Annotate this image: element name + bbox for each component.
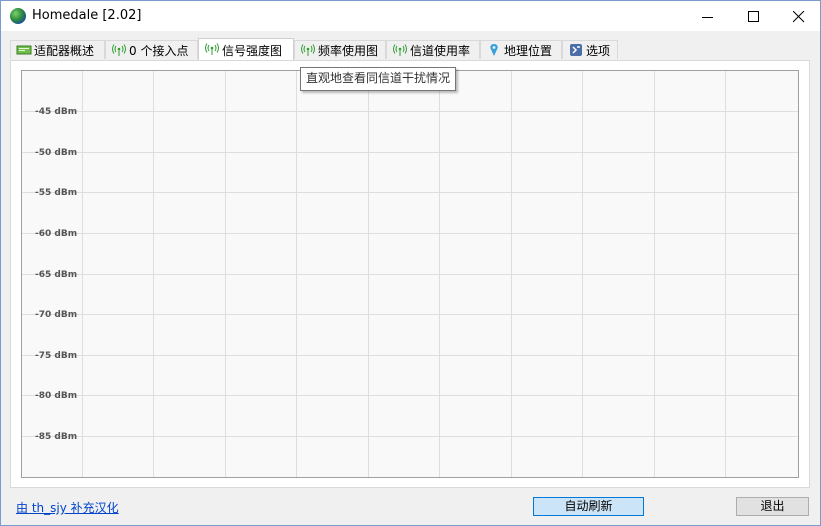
y-tick-label: -45 dBm	[35, 106, 78, 117]
y-tick-label: -55 dBm	[35, 187, 78, 198]
tab-options[interactable]: 选项	[562, 40, 618, 59]
y-tick-label: -50 dBm	[35, 147, 78, 158]
tab-label: 0 个接入点	[129, 44, 189, 58]
tab-strip: 适配器概述 0 个接入点 信号强度图 频率使用图 信道使用率 地理位置 选项	[10, 38, 810, 61]
maximize-button[interactable]	[730, 1, 776, 31]
y-tick-label: -60 dBm	[35, 228, 78, 239]
wifi-signal-icon	[112, 44, 126, 56]
tab-adapter-overview[interactable]: 适配器概述	[10, 40, 105, 59]
tab-frequency-usage[interactable]: 频率使用图	[294, 40, 386, 59]
tab-signal-strength[interactable]: 信号强度图	[198, 38, 294, 60]
auto-refresh-button[interactable]: 自动刷新	[533, 497, 644, 516]
minimize-button[interactable]	[684, 1, 730, 31]
minimize-icon	[702, 17, 713, 18]
tab-label: 适配器概述	[34, 44, 95, 58]
tab-channel-usage[interactable]: 信道使用率	[386, 40, 480, 59]
chart-plot-area	[22, 71, 798, 477]
signal-strength-chart: -45 dBm -50 dBm -55 dBm -60 dBm -65 dBm -70 d…	[21, 70, 799, 478]
wifi-signal-icon	[205, 43, 219, 55]
tab-label: 频率使用图	[318, 44, 379, 58]
globe-icon	[10, 8, 26, 24]
y-tick-label: -85 dBm	[35, 431, 78, 442]
tab-label: 地理位置	[504, 44, 553, 58]
translator-credit-link[interactable]: 由 th_sjy 补充汉化	[16, 499, 119, 516]
exit-button[interactable]: 退出	[736, 497, 809, 516]
window-title: Homedale [2.02]	[32, 8, 142, 23]
y-tick-label: -80 dBm	[35, 390, 78, 401]
close-button[interactable]	[775, 1, 820, 31]
y-tick-label: -75 dBm	[35, 350, 78, 361]
tab-label: 信道使用率	[410, 44, 471, 58]
wifi-signal-icon	[301, 44, 315, 56]
title-bar[interactable]: Homedale [2.02]	[1, 1, 820, 31]
adapter-icon	[16, 45, 32, 55]
y-tick-label: -70 dBm	[35, 309, 78, 320]
options-icon	[570, 44, 582, 56]
maximize-icon	[748, 11, 759, 22]
tab-tooltip: 直观地查看同信道干扰情况	[300, 67, 457, 91]
tab-label: 信号强度图	[222, 44, 283, 58]
tab-label: 选项	[586, 44, 611, 58]
tab-access-points[interactable]: 0 个接入点	[105, 40, 198, 59]
location-pin-icon	[490, 44, 498, 56]
y-tick-label: -65 dBm	[35, 269, 78, 280]
close-icon	[793, 11, 805, 23]
wifi-signal-icon	[393, 44, 407, 56]
tab-geolocation[interactable]: 地理位置	[480, 40, 562, 59]
